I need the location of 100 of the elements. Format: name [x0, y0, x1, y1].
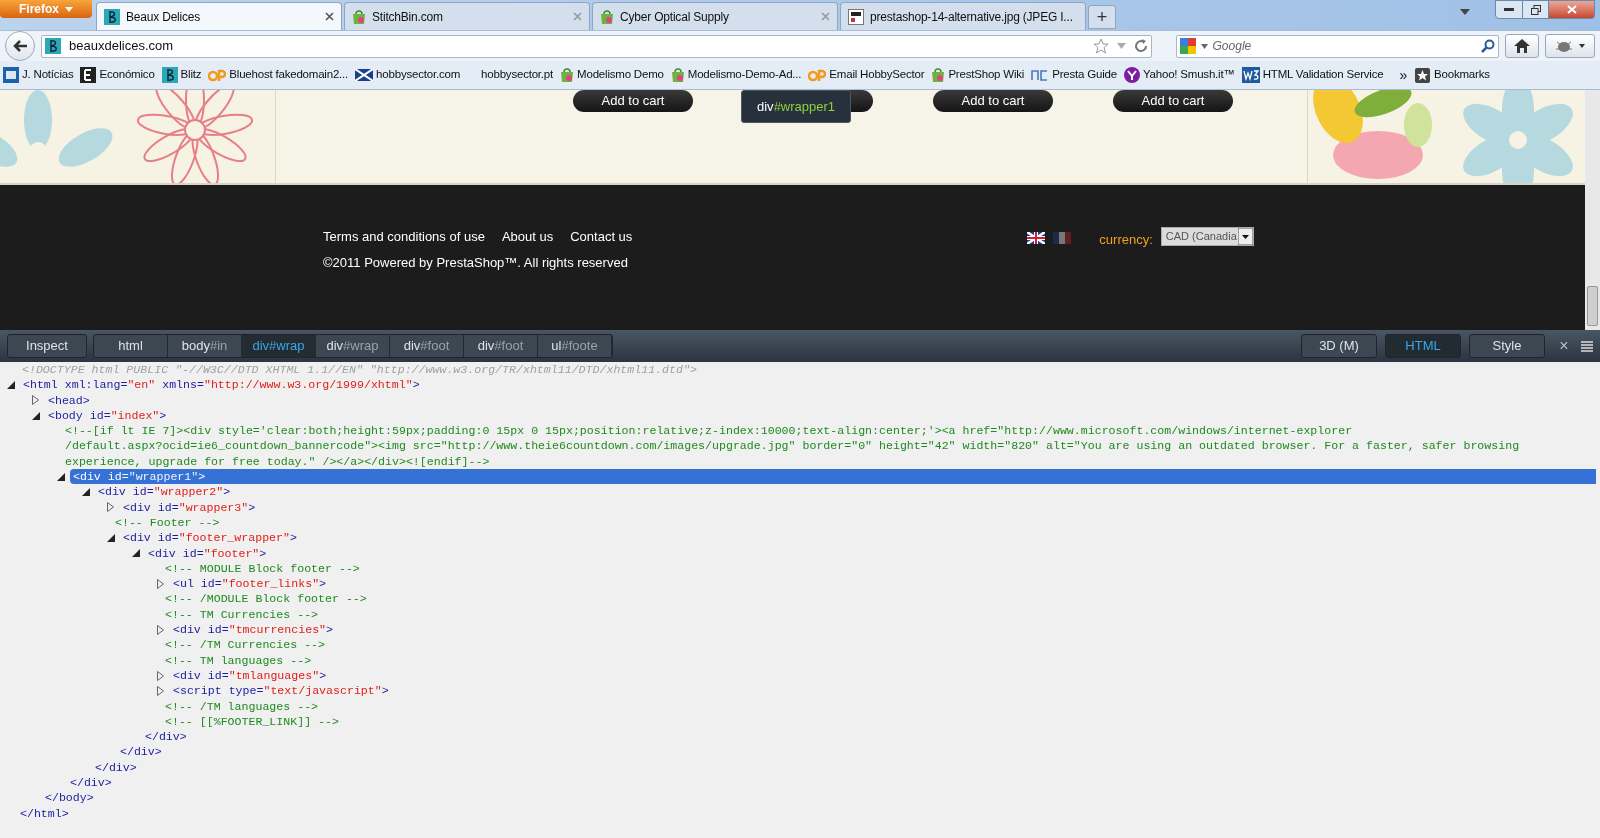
add-to-cart-button[interactable]: Add to cart	[933, 90, 1053, 112]
collapsed-triangle-icon[interactable]	[107, 502, 114, 513]
tab-title: prestashop-14-alternative.jpg (JPEG I...	[870, 8, 1073, 26]
element-node[interactable]: <ul id="footer_links">	[170, 576, 327, 592]
bookmarks-menu[interactable]: Bookmarks	[1434, 66, 1490, 84]
browser-tab[interactable]: Beaux Delices	[96, 2, 342, 30]
inspect-button[interactable]: Inspect	[7, 334, 87, 358]
breadcrumb-item[interactable]: div#foot	[390, 335, 464, 357]
expanded-triangle-icon[interactable]	[107, 533, 115, 542]
element-node[interactable]: <div id="tmcurrencies">	[170, 622, 334, 638]
address-field[interactable]: beauxdelices.com	[41, 34, 1152, 58]
back-button[interactable]	[5, 31, 35, 61]
bookmark-link[interactable]: Bluehost fakedomain2...	[229, 66, 349, 84]
bookmark-link[interactable]: hobbysector.pt	[481, 66, 554, 84]
bookmark-link[interactable]: Presta Guide	[1052, 66, 1117, 84]
element-node[interactable]: <div id="footer">	[145, 545, 267, 561]
view-toggle-button[interactable]: Style	[1469, 334, 1545, 358]
search-field[interactable]: Google	[1212, 37, 1477, 55]
validator-logo-icon	[1241, 67, 1260, 83]
scrollbar[interactable]	[1585, 90, 1600, 330]
uk-flag-icon[interactable]	[1027, 232, 1046, 244]
logo-icon	[104, 8, 120, 25]
bookmark-link[interactable]: HTML Validation Service	[1262, 66, 1384, 84]
collapsed-triangle-icon[interactable]	[157, 624, 164, 635]
view-toggle-button[interactable]: 3D (M)	[1301, 334, 1377, 358]
addon-button[interactable]	[1545, 34, 1595, 58]
element-node[interactable]: <html xml:lang="en" xmlns="http://www.w3.org/1999/xhtml">	[20, 377, 420, 393]
footer-link[interactable]: Contact us	[570, 227, 633, 247]
breadcrumb-item[interactable]: div#wrap	[242, 335, 316, 357]
search-box[interactable]: Google	[1175, 34, 1500, 58]
view-toggle-button[interactable]: HTML	[1385, 334, 1461, 358]
tab-list-caret-icon[interactable]	[1460, 9, 1470, 15]
element-tooltip: div#wrapper1	[741, 90, 852, 123]
element-node[interactable]: <div id="wrapper1">	[70, 469, 1596, 485]
comment-line: <!-- MODULE Block footer -->	[165, 560, 360, 577]
bookmark-link[interactable]: PrestShop Wiki	[948, 66, 1025, 84]
expanded-triangle-icon[interactable]	[82, 488, 90, 496]
close-button[interactable]: ×	[1557, 334, 1571, 358]
element-node[interactable]: <div id="footer_wrapper">	[120, 530, 297, 546]
element-node[interactable]: <div id="wrapper2">	[95, 484, 231, 500]
comment-line: <!-- /MODULE Block footer -->	[165, 591, 367, 607]
element-node[interactable]: <div id="tmlanguages">	[170, 668, 327, 684]
expanded-triangle-icon[interactable]	[32, 411, 40, 420]
bookmark-link[interactable]: hobbysector.com	[376, 66, 461, 84]
bookmark-link[interactable]: Económico	[99, 66, 155, 84]
add-to-cart-button[interactable]: Add to cart	[1113, 90, 1233, 112]
star-icon[interactable]	[1092, 38, 1109, 54]
menu-icon[interactable]	[1581, 340, 1593, 352]
tab-title: StitchBin.com	[372, 8, 444, 26]
home-button[interactable]	[1505, 34, 1540, 58]
logo-icon	[161, 67, 178, 83]
hosting-logo-icon	[208, 68, 227, 82]
comment-line: <!-- TM languages -->	[165, 652, 312, 668]
close-window-button[interactable]	[1549, 0, 1595, 19]
expanded-triangle-icon[interactable]	[132, 549, 140, 558]
minimize-button[interactable]	[1495, 0, 1523, 19]
comment-line: experience, upgrade for free today." /></a></div><![endif]-->	[65, 453, 490, 470]
element-node[interactable]: <script type="text/javascript">	[170, 683, 389, 699]
bookmark-link[interactable]: Email HobbySector	[829, 66, 925, 84]
copyright-text: ©2011 Powered by PrestaShop™. All rights reserved	[323, 253, 629, 272]
yahoo-logo-icon	[1123, 67, 1140, 83]
closing-tag: </div>	[95, 759, 137, 775]
comment-line: <!-- /TM Currencies -->	[165, 637, 326, 653]
currency-select[interactable]: CAD (Canadia	[1160, 227, 1254, 246]
overflow-chevron[interactable]: »	[1399, 64, 1407, 86]
newspaper-logo-icon	[80, 67, 97, 83]
shopping-bag-icon	[560, 67, 575, 83]
star-icon	[1415, 67, 1430, 83]
bookmark-link[interactable]: Blitz	[180, 66, 202, 84]
breadcrumb-item[interactable]: ul#foote	[538, 335, 612, 357]
caret-icon[interactable]	[1200, 43, 1208, 49]
bookmark-link[interactable]: Modelismo-Demo-Ad...	[687, 66, 802, 84]
maximize-button[interactable]	[1523, 0, 1549, 19]
bookmark-link[interactable]: Yahoo! Smush.it™	[1142, 66, 1235, 84]
element-node[interactable]: <head>	[45, 392, 90, 408]
element-node[interactable]: <body id="index">	[45, 408, 167, 424]
search-icon[interactable]	[1481, 39, 1496, 53]
expanded-triangle-icon[interactable]	[7, 380, 15, 389]
collapsed-triangle-icon[interactable]	[157, 670, 164, 681]
browser-tab[interactable]: Cyber Optical Supply	[592, 2, 838, 30]
browser-tab[interactable]: StitchBin.com	[344, 2, 590, 30]
collapsed-triangle-icon[interactable]	[32, 395, 39, 406]
footer-link[interactable]: Terms and conditions of use	[323, 227, 485, 247]
reload-icon[interactable]	[1133, 39, 1148, 53]
new-tab-button[interactable]: +	[1088, 5, 1116, 29]
search-engine-icon[interactable]	[1179, 38, 1196, 54]
close-icon	[1566, 5, 1577, 14]
breadcrumb-item[interactable]: html	[94, 335, 168, 357]
add-to-cart-button[interactable]: Add to cart	[573, 90, 693, 112]
browser-tab[interactable]: prestashop-14-alternative.jpg (JPEG I...	[840, 2, 1086, 30]
expanded-triangle-icon[interactable]	[57, 472, 65, 481]
footer-link[interactable]: About us	[501, 227, 554, 247]
bookmark-link[interactable]: J. Notícias	[22, 66, 74, 84]
collapsed-triangle-icon[interactable]	[157, 578, 164, 589]
bookmark-link[interactable]: Modelismo Demo	[577, 66, 664, 84]
element-node[interactable]: <div id="wrapper3">	[120, 499, 256, 515]
breadcrumb-item[interactable]: div#foot	[464, 335, 538, 357]
breadcrumb-item[interactable]: div#wrap	[316, 335, 390, 357]
close-icon[interactable]	[325, 12, 334, 21]
collapsed-triangle-icon[interactable]	[157, 685, 164, 696]
